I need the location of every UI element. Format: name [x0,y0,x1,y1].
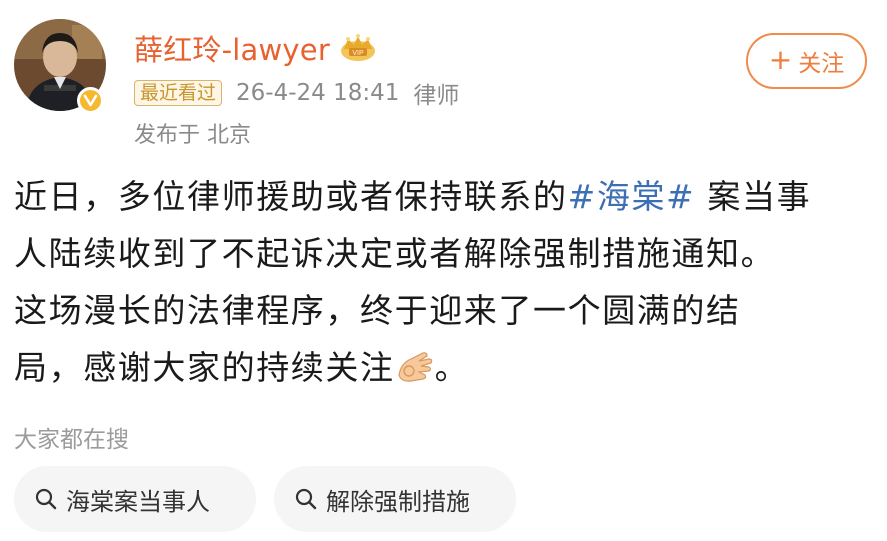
post-meta-row: 最近看过 26-4-24 18:41 律师 [134,78,460,109]
search-chip-2[interactable]: 解除强制措施 [274,466,516,532]
ok-hand-emoji-icon [397,352,432,382]
hashtag-link[interactable]: #海棠# [568,177,696,216]
post-text: 局，感谢大家的持续关注 [14,348,395,387]
post-timestamp: 26-4-24 18:41 [236,80,400,106]
verified-badge-icon [77,87,104,114]
post-line-4: 局，感谢大家的持续关注 。 [14,339,876,396]
author-role: 律师 [413,83,460,109]
search-chip-1[interactable]: 海棠案当事人 [14,466,256,532]
crown-icon: VIP [340,34,375,61]
author-name-row: 薛红玲-lawyer VIP [134,27,378,69]
trending-search-title: 大家都在搜 [14,427,129,453]
search-chip-label: 海棠案当事人 [66,487,210,516]
post-line-2: 人陆续收到了不起诉决定或者解除强制措施通知。 [14,234,776,273]
recently-viewed-tag: 最近看过 [134,80,223,106]
author-name[interactable]: 薛红玲-lawyer [134,27,330,69]
search-icon [295,488,317,510]
follow-button[interactable]: + 关注 [746,33,867,89]
post-text: 。 [434,348,470,387]
post-text: 近日，多位律师援助或者保持联系的 [14,177,568,216]
post-text: 案当事 [695,177,812,216]
follow-label: 关注 [798,51,845,77]
search-chip-label: 解除强制措施 [326,487,470,516]
search-icon [35,488,57,510]
post-body: 近日，多位律师援助或者保持联系的#海棠# 案当事 人陆续收到了不起诉决定或者解除… [14,168,876,396]
svg-text:VIP: VIP [352,50,364,57]
post-location: 发布于 北京 [134,123,251,148]
plus-icon: + [768,43,793,76]
post-line-3: 这场漫长的法律程序，终于迎来了一个圆满的结 [14,291,741,330]
trending-search-chips: 海棠案当事人 解除强制措施 [14,466,516,532]
post-line-1: 近日，多位律师援助或者保持联系的#海棠# 案当事 [14,168,876,225]
